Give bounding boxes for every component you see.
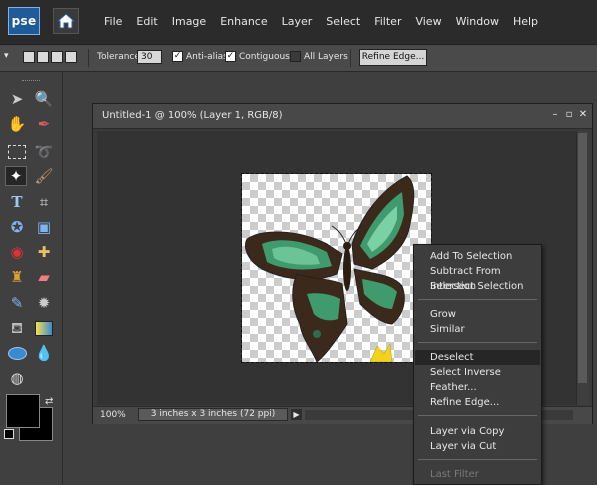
menu-image[interactable]: Image — [165, 0, 213, 44]
healing-brush-icon[interactable]: ✚ — [33, 242, 55, 262]
blur-icon[interactable]: 💧 — [33, 343, 55, 363]
new-selection-icon[interactable] — [23, 51, 35, 63]
menu-separator — [418, 415, 537, 416]
toolbox-grip[interactable] — [22, 80, 40, 83]
contiguous-checkbox[interactable]: ✓ — [225, 51, 236, 62]
menu-enhance[interactable]: Enhance — [213, 0, 274, 44]
home-icon — [57, 13, 75, 29]
menu-item-refine-edge[interactable]: Refine Edge... — [415, 395, 540, 410]
main-menu: File Edit Image Enhance Layer Select Fil… — [97, 0, 545, 44]
foreground-color-swatch[interactable] — [6, 394, 40, 428]
menu-item-deselect[interactable]: Deselect — [415, 350, 540, 365]
contiguous-label: Contiguous — [239, 52, 290, 62]
menu-item-add-to-selection[interactable]: Add To Selection — [415, 249, 540, 264]
menu-item-layer-via-copy[interactable]: Layer via Copy — [415, 424, 540, 439]
paint-bucket-icon[interactable]: ⛾ — [6, 318, 28, 338]
menu-window[interactable]: Window — [449, 0, 506, 44]
menu-separator — [418, 299, 537, 300]
maximize-icon[interactable]: ▫ — [563, 109, 575, 121]
default-colors-icon[interactable] — [4, 429, 14, 439]
menu-item-intersect-selection[interactable]: Intersect Selection — [415, 279, 540, 294]
options-bar: ▾ Tolerance: 30 ✓ Anti-alias ✓ Contiguou… — [0, 45, 597, 72]
butterfly-image — [245, 175, 415, 362]
intersect-selection-icon[interactable] — [65, 51, 77, 63]
menu-item-select-inverse[interactable]: Select Inverse — [415, 365, 540, 380]
hand-icon[interactable]: ✋ — [6, 114, 28, 134]
smart-brush-icon[interactable]: ✹ — [33, 293, 55, 313]
context-menu: Add To Selection Subtract From Selection… — [413, 244, 542, 485]
recompose-icon[interactable]: ▣ — [33, 217, 55, 237]
magic-wand-icon[interactable]: ✦ — [5, 166, 27, 186]
menu-separator — [418, 342, 537, 343]
document-info: 3 inches x 3 inches (72 ppi) — [138, 408, 288, 421]
toolbox: ➤ 🔍 ✋ ✒ ➰ ✦ 🖌 T ⌗ ✪ ▣ ◉ ✚ ♜ ▰ ✎ ✹ ⛾ 💧 ◍ … — [0, 72, 63, 485]
menu-help[interactable]: Help — [506, 0, 545, 44]
brush-icon[interactable]: ✎ — [6, 293, 28, 313]
menu-item-layer-via-cut[interactable]: Layer via Cut — [415, 439, 540, 454]
zoom-level[interactable]: 100% — [100, 410, 126, 420]
app-logo: pse — [8, 7, 40, 35]
close-icon[interactable]: ✕ — [577, 109, 589, 121]
sponge-icon[interactable]: ◍ — [6, 368, 28, 388]
divider — [350, 49, 351, 67]
menu-filter[interactable]: Filter — [367, 0, 408, 44]
menu-select[interactable]: Select — [319, 0, 367, 44]
home-button[interactable] — [53, 8, 79, 34]
brush-selection-icon[interactable]: 🖌 — [33, 166, 55, 186]
shape-icon[interactable] — [6, 343, 28, 363]
cookie-cutter-icon[interactable]: ✪ — [6, 217, 28, 237]
all-layers-label: All Layers — [304, 52, 348, 62]
menu-file[interactable]: File — [97, 0, 129, 44]
red-eye-icon[interactable]: ◉ — [6, 242, 28, 262]
move-icon[interactable]: ➤ — [6, 89, 28, 109]
eraser-icon[interactable]: ▰ — [33, 267, 55, 287]
swap-colors-icon[interactable]: ⇄ — [45, 396, 53, 407]
tolerance-input[interactable]: 30 — [137, 50, 162, 64]
crop-icon[interactable]: ⌗ — [33, 192, 55, 212]
scroll-thumb[interactable] — [578, 133, 587, 383]
add-selection-icon[interactable] — [37, 51, 49, 63]
subtract-selection-icon[interactable] — [51, 51, 63, 63]
menu-layer[interactable]: Layer — [275, 0, 320, 44]
document-title: Untitled-1 @ 100% (Layer 1, RGB/8) — [102, 110, 283, 121]
document-title-bar[interactable]: Untitled-1 @ 100% (Layer 1, RGB/8) – ▫ ✕ — [93, 104, 592, 129]
refine-edge-button[interactable]: Refine Edge... — [359, 49, 427, 66]
lasso-icon[interactable]: ➰ — [33, 142, 55, 162]
menu-item-subtract-from-selection[interactable]: Subtract From Selection — [415, 264, 540, 292]
anti-alias-checkbox[interactable]: ✓ — [172, 51, 183, 62]
menu-item-grow[interactable]: Grow — [415, 307, 540, 322]
menu-item-last-filter: Last Filter — [430, 469, 479, 480]
menu-bar: pse File Edit Image Enhance Layer Select… — [0, 0, 597, 45]
divider — [88, 49, 89, 67]
minimize-icon[interactable]: – — [549, 109, 561, 121]
menu-item-feather[interactable]: Feather... — [415, 380, 540, 395]
vertical-scrollbar[interactable] — [576, 131, 589, 405]
info-menu-arrow-icon[interactable]: ▶ — [291, 409, 302, 420]
menu-edit[interactable]: Edit — [129, 0, 164, 44]
clone-stamp-icon[interactable]: ♜ — [6, 267, 28, 287]
zoom-icon[interactable]: 🔍 — [33, 89, 55, 109]
menu-item-similar[interactable]: Similar — [415, 322, 540, 337]
gradient-icon[interactable] — [33, 318, 55, 338]
type-icon[interactable]: T — [6, 192, 28, 212]
menu-separator — [418, 459, 537, 460]
eyedropper-icon[interactable]: ✒ — [33, 114, 55, 134]
all-layers-checkbox[interactable] — [290, 51, 301, 62]
menu-view[interactable]: View — [408, 0, 448, 44]
anti-alias-label: Anti-alias — [186, 52, 228, 62]
marquee-icon[interactable] — [6, 142, 28, 162]
tool-preset-icon[interactable]: ▾ — [4, 51, 9, 61]
